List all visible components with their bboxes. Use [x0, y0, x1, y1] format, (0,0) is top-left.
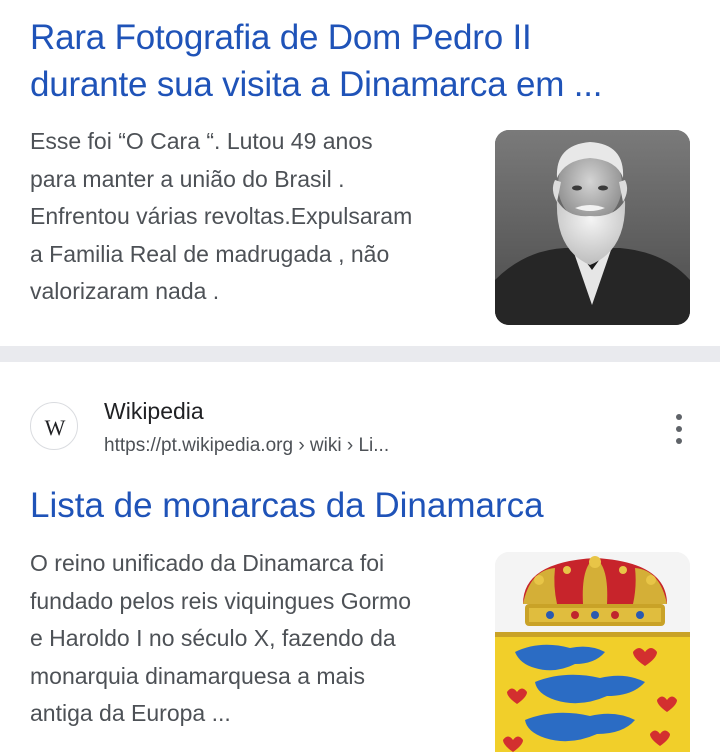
- result-1-snippet-line-5: valorizaram nada .: [30, 278, 220, 304]
- result-1-title-line-1[interactable]: Rara Fotografia de Dom Pedro II: [30, 14, 680, 61]
- result-2-snippet-line-3: e Haroldo I no século X, fazendo da: [30, 625, 396, 651]
- result-2-title-link[interactable]: Lista de monarcas da Dinamarca: [30, 482, 544, 529]
- portrait-photo-icon: [495, 130, 690, 325]
- wikipedia-favicon[interactable]: W: [30, 402, 78, 450]
- search-result-1: Rara Fotografia de Dom Pedro II durante …: [0, 0, 720, 344]
- search-result-2: W Wikipedia https://pt.wikipedia.org › w…: [0, 362, 720, 752]
- result-2-snippet-line-4: monarquia dinamarquesa a mais: [30, 662, 365, 689]
- results-separator: [0, 346, 720, 362]
- more-vert-icon[interactable]: [664, 412, 694, 446]
- result-1-snippet-line-1: Esse foi “O Cara “. Lutou 49 anos: [30, 128, 373, 154]
- site-name[interactable]: Wikipedia: [104, 396, 204, 426]
- result-2-snippet-line-5: antiga da Europa ...: [30, 700, 231, 726]
- site-url-breadcrumb[interactable]: https://pt.wikipedia.org › wiki › Li...: [104, 432, 389, 460]
- result-1-snippet-line-4: a Familia Real de madrugada , não: [30, 240, 390, 267]
- result-1-thumbnail[interactable]: [495, 130, 690, 325]
- result-1-snippet-line-2: para manter a união do Brasil .: [30, 165, 345, 192]
- result-1-snippet-line-3: Enfrentou várias revoltas.Expulsaram: [30, 203, 413, 229]
- result-2-snippet-line-2: fundado pelos reis viquingues Gormo: [30, 587, 412, 614]
- result-1-snippet: Esse foi “O Cara “. Lutou 49 anos para m…: [30, 123, 480, 311]
- result-1-title-link[interactable]: Rara Fotografia de Dom Pedro II durante …: [30, 14, 680, 108]
- result-1-title-line-2[interactable]: durante sua visita a Dinamarca em ...: [30, 61, 680, 108]
- coat-of-arms-icon: [495, 552, 690, 752]
- wikipedia-icon: W: [45, 415, 66, 440]
- result-2-snippet: O reino unificado da Dinamarca foi funda…: [30, 545, 480, 733]
- favicon-letter: W: [45, 415, 66, 440]
- result-2-snippet-line-1: O reino unificado da Dinamarca foi: [30, 550, 385, 576]
- result-2-thumbnail[interactable]: [495, 552, 690, 752]
